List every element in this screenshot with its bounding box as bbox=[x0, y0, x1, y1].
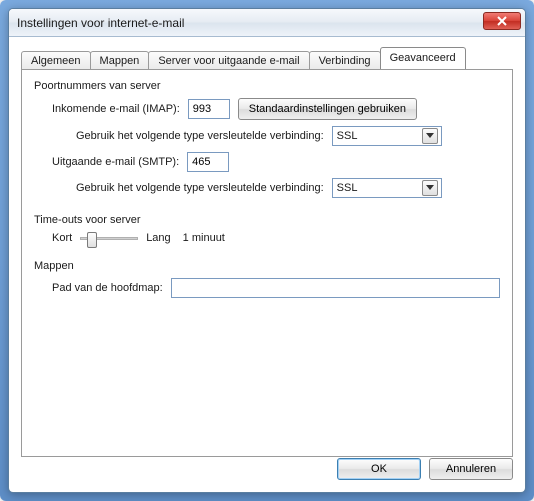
smtp-port-label: Uitgaande e-mail (SMTP): bbox=[52, 156, 179, 168]
ok-button[interactable]: OK bbox=[337, 458, 421, 480]
cancel-button[interactable]: Annuleren bbox=[429, 458, 513, 480]
smtp-encryption-label: Gebruik het volgende type versleutelde v… bbox=[76, 182, 324, 194]
group-timeouts: Time-outs voor server Kort Lang 1 minuut bbox=[34, 214, 500, 252]
tab-strip: Algemeen Mappen Server voor uitgaande e-… bbox=[21, 47, 513, 69]
imap-encryption-label: Gebruik het volgende type versleutelde v… bbox=[76, 130, 324, 142]
group-ports: Poortnummers van server Inkomende e-mail… bbox=[34, 80, 500, 206]
close-icon bbox=[497, 16, 507, 26]
group-folders-legend: Mappen bbox=[34, 260, 78, 272]
defaults-button[interactable]: Standaardinstellingen gebruiken bbox=[238, 98, 417, 120]
timeout-value: 1 minuut bbox=[183, 232, 225, 244]
tab-algemeen[interactable]: Algemeen bbox=[21, 51, 91, 70]
imap-encryption-select[interactable]: SSL bbox=[332, 126, 442, 146]
group-timeouts-legend: Time-outs voor server bbox=[34, 214, 145, 226]
tab-panel-geavanceerd: Poortnummers van server Inkomende e-mail… bbox=[21, 69, 513, 457]
chevron-down-icon bbox=[422, 180, 438, 196]
tab-verbinding[interactable]: Verbinding bbox=[309, 51, 381, 70]
window-title: Instellingen voor internet-e-mail bbox=[17, 16, 184, 30]
root-folder-input[interactable] bbox=[171, 278, 500, 298]
imap-port-input[interactable] bbox=[188, 99, 230, 119]
dialog-window: Instellingen voor internet-e-mail Algeme… bbox=[8, 8, 526, 493]
client-area: Algemeen Mappen Server voor uitgaande e-… bbox=[9, 37, 525, 492]
timeout-long-label: Lang bbox=[146, 232, 170, 244]
smtp-encryption-value: SSL bbox=[337, 182, 358, 194]
imap-port-label: Inkomende e-mail (IMAP): bbox=[52, 103, 180, 115]
timeout-short-label: Kort bbox=[52, 232, 72, 244]
group-ports-legend: Poortnummers van server bbox=[34, 80, 165, 92]
tab-mappen[interactable]: Mappen bbox=[90, 51, 150, 70]
close-button[interactable] bbox=[483, 12, 521, 30]
titlebar: Instellingen voor internet-e-mail bbox=[9, 9, 525, 37]
dialog-buttons: OK Annuleren bbox=[337, 458, 513, 480]
smtp-encryption-select[interactable]: SSL bbox=[332, 178, 442, 198]
root-folder-label: Pad van de hoofdmap: bbox=[52, 282, 163, 294]
chevron-down-icon bbox=[422, 128, 438, 144]
tab-geavanceerd[interactable]: Geavanceerd bbox=[380, 47, 466, 69]
slider-thumb[interactable] bbox=[87, 232, 97, 248]
group-folders: Mappen Pad van de hoofdmap: bbox=[34, 260, 500, 306]
timeout-slider[interactable] bbox=[80, 237, 138, 240]
smtp-port-input[interactable] bbox=[187, 152, 229, 172]
tab-uitgaand[interactable]: Server voor uitgaande e-mail bbox=[148, 51, 309, 70]
imap-encryption-value: SSL bbox=[337, 130, 358, 142]
